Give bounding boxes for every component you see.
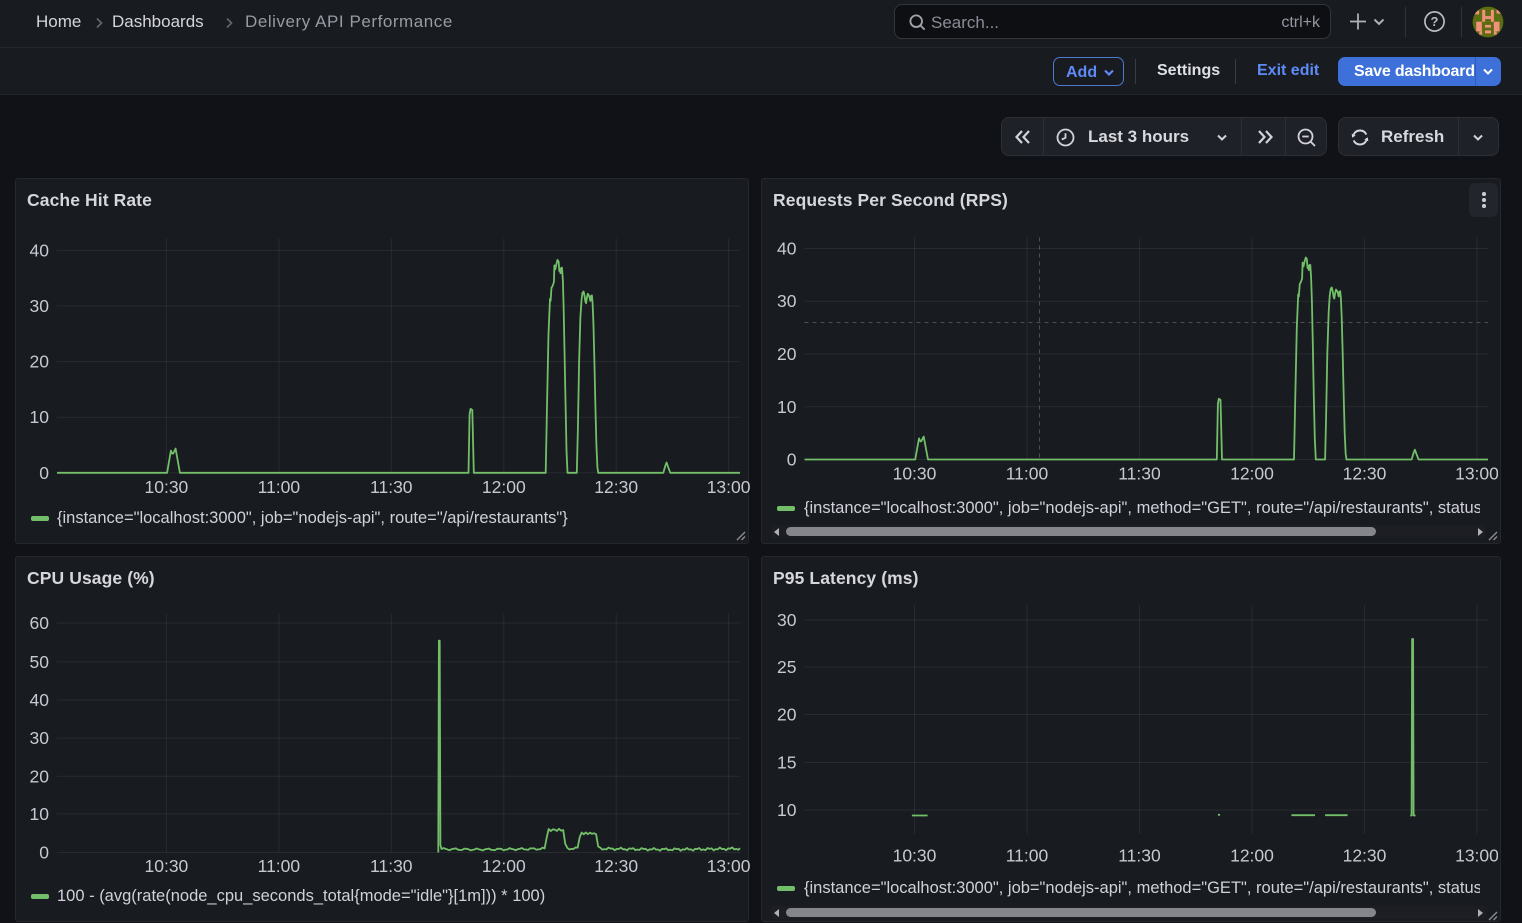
svg-text:10:30: 10:30 [145, 856, 189, 876]
svg-text:0: 0 [787, 450, 797, 470]
svg-text:40: 40 [30, 240, 50, 260]
svg-text:10:30: 10:30 [893, 846, 937, 866]
svg-text:10:30: 10:30 [893, 464, 937, 484]
svg-text:10: 10 [777, 397, 797, 417]
svg-text:30: 30 [777, 610, 797, 630]
svg-text:12:00: 12:00 [482, 477, 526, 497]
svg-text:30: 30 [30, 728, 50, 748]
svg-text:10: 10 [30, 407, 50, 427]
svg-text:10: 10 [30, 804, 50, 824]
svg-text:11:00: 11:00 [258, 856, 301, 876]
svg-text:12:00: 12:00 [1230, 846, 1274, 866]
svg-text:15: 15 [777, 753, 796, 773]
svg-text:13:00: 13:00 [707, 856, 750, 876]
svg-text:20: 20 [777, 705, 797, 725]
svg-text:12:30: 12:30 [1343, 464, 1387, 484]
svg-text:20: 20 [777, 344, 797, 364]
svg-text:50: 50 [30, 652, 50, 672]
svg-text:11:30: 11:30 [1118, 464, 1161, 484]
svg-text:11:00: 11:00 [1006, 464, 1049, 484]
svg-text:20: 20 [30, 766, 50, 786]
svg-text:0: 0 [39, 843, 49, 863]
svg-text:13:00: 13:00 [707, 477, 750, 497]
svg-text:12:00: 12:00 [482, 856, 526, 876]
svg-text:11:00: 11:00 [258, 477, 301, 497]
svg-text:11:30: 11:30 [370, 856, 413, 876]
svg-text:13:00: 13:00 [1455, 846, 1498, 866]
svg-text:?: ? [1431, 14, 1439, 29]
svg-text:30: 30 [30, 296, 50, 316]
svg-text:40: 40 [777, 239, 797, 259]
svg-text:12:00: 12:00 [1230, 464, 1274, 484]
svg-text:0: 0 [39, 463, 49, 483]
svg-text:12:30: 12:30 [1343, 846, 1387, 866]
svg-text:10: 10 [777, 800, 797, 820]
svg-text:20: 20 [30, 352, 50, 372]
svg-text:12:30: 12:30 [594, 856, 638, 876]
svg-text:13:00: 13:00 [1455, 464, 1498, 484]
svg-text:10:30: 10:30 [145, 477, 189, 497]
svg-text:60: 60 [30, 613, 50, 633]
svg-text:40: 40 [30, 690, 50, 710]
svg-text:12:30: 12:30 [594, 477, 638, 497]
svg-text:11:30: 11:30 [370, 477, 413, 497]
svg-text:11:30: 11:30 [1118, 846, 1161, 866]
svg-text:25: 25 [777, 657, 796, 677]
svg-text:30: 30 [777, 291, 797, 311]
svg-text:11:00: 11:00 [1006, 846, 1049, 866]
